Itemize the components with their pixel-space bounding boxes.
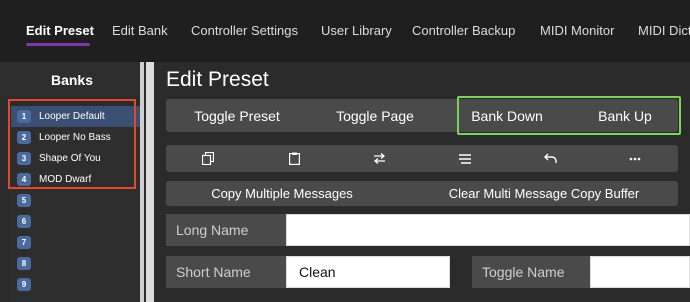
sidebar-scrollbar[interactable] [140,62,144,302]
pane-divider[interactable] [146,62,154,302]
bank-number-badge: 9 [17,278,31,291]
clear-copy-buffer-button[interactable]: Clear Multi Message Copy Buffer [420,181,668,206]
toggle-name-field[interactable] [590,256,690,288]
sidebar-title: Banks [50,72,94,88]
long-name-field[interactable] [286,214,690,246]
tab-edit-preset[interactable]: Edit Preset [26,23,94,41]
page-title: Edit Preset [166,68,269,91]
bank-item-7[interactable]: 7 [11,232,141,253]
bank-number-badge: 7 [17,236,31,249]
bank-nav-highlight-box [457,96,681,135]
tab-midi-monitor[interactable]: MIDI Monitor [540,23,614,41]
bank-item-6[interactable]: 6 [11,211,141,232]
bank-number-badge: 6 [17,215,31,228]
clipboard-icon[interactable] [279,145,309,172]
tab-user-library[interactable]: User Library [321,23,392,41]
bank-number-badge: 5 [17,194,31,207]
bank-item-5[interactable]: 5 [11,190,141,211]
bank-highlight-box [8,99,136,189]
bank-number-badge: 8 [17,257,31,270]
tab-controller-backup[interactable]: Controller Backup [412,23,515,41]
active-tab-underline [26,43,90,46]
tab-controller-settings[interactable]: Controller Settings [191,23,298,41]
tab-midi-dictionary[interactable]: MIDI Dict [638,23,690,41]
copy-multiple-messages-button[interactable]: Copy Multiple Messages [176,181,388,206]
undo-icon[interactable] [535,145,565,172]
list-icon[interactable] [450,145,480,172]
long-name-label: Long Name [166,214,286,246]
tab-edit-bank[interactable]: Edit Bank [112,23,168,41]
app-root: Edit Preset Edit Bank Controller Setting… [0,0,690,302]
short-name-field[interactable] [286,256,450,288]
swap-icon[interactable] [364,145,394,172]
bank-item-9[interactable]: 9 [11,274,141,295]
icon-toolbar [166,145,678,172]
copy-icon[interactable] [193,145,223,172]
bank-item-8[interactable]: 8 [11,253,141,274]
more-icon[interactable] [620,145,650,172]
toggle-preset-button[interactable]: Toggle Preset [166,99,308,132]
toggle-name-label: Toggle Name [472,256,590,288]
top-nav: Edit Preset Edit Bank Controller Setting… [0,0,690,62]
toggle-page-button[interactable]: Toggle Page [304,99,446,132]
short-name-label: Short Name [166,256,286,288]
